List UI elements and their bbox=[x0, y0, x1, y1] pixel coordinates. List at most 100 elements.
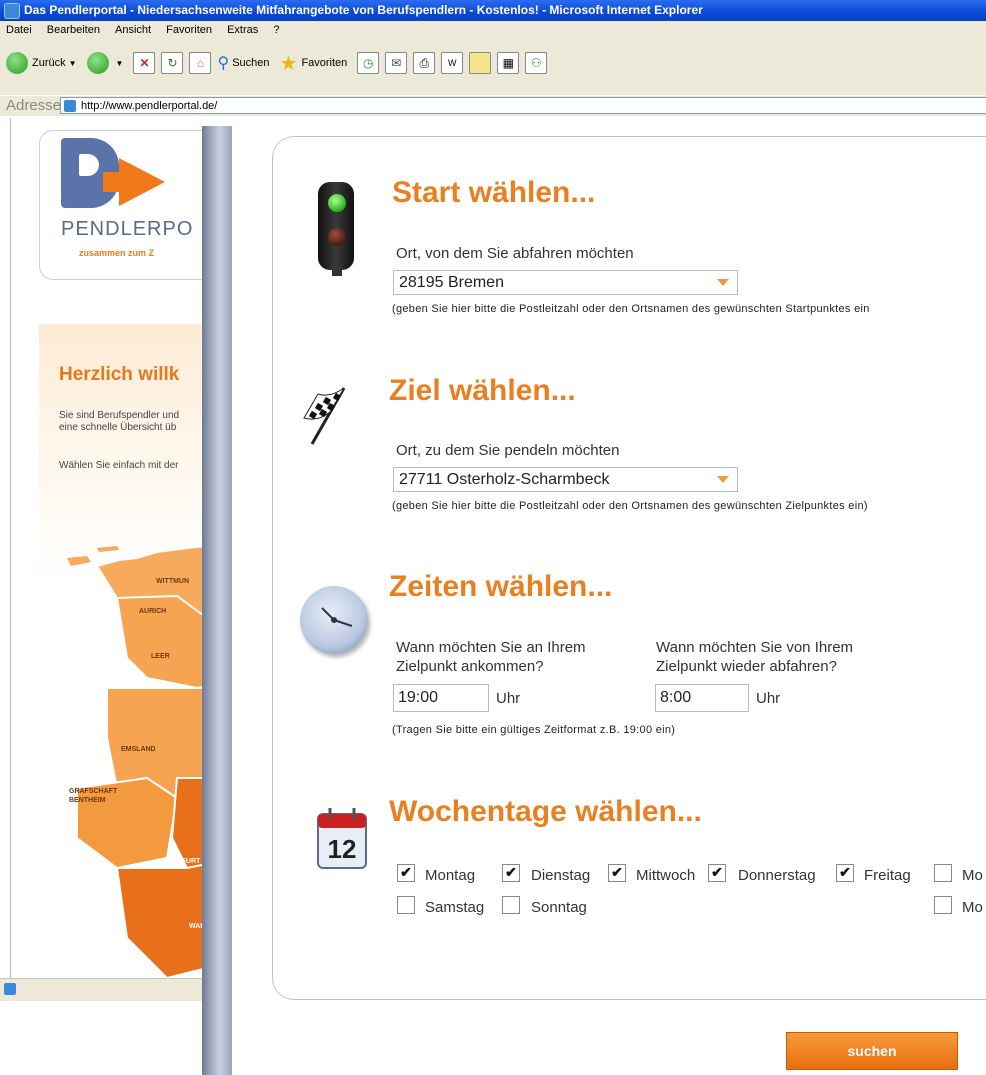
checkbox-samstag[interactable] bbox=[397, 896, 415, 914]
wochentage-heading: Wochentage wählen... bbox=[389, 795, 702, 828]
checkbox-mo-extra-2[interactable] bbox=[934, 896, 952, 914]
intro-text: Sie sind Berufspendler und eine schnelle… bbox=[59, 410, 180, 433]
print-icon[interactable]: ⎙ bbox=[413, 52, 436, 74]
checkbox-mittwoch[interactable]: ✔ bbox=[608, 864, 626, 882]
traffic-light-icon bbox=[318, 182, 354, 276]
search-submit-button[interactable]: suchen bbox=[786, 1032, 958, 1070]
favorites-button[interactable]: ★ Favoriten bbox=[280, 51, 348, 76]
logo-arrow-icon bbox=[119, 158, 165, 206]
day-label-dienstag: Dienstag bbox=[531, 867, 591, 884]
map-label: STEINFURT bbox=[161, 858, 201, 865]
map-label: WITTMUN bbox=[156, 578, 190, 585]
back-arrow-icon bbox=[6, 52, 28, 74]
browser-toolbar: Zurück ▼ ▼ ✕ ↻ ⌂ ⚲ Suchen ★ Favoriten ◷ … bbox=[0, 40, 986, 95]
calendar-icon: 12 bbox=[317, 808, 367, 869]
dropdown-arrow-icon: ▼ bbox=[115, 58, 124, 68]
day-label-samstag: Samstag bbox=[425, 899, 485, 916]
menu-help[interactable]: ? bbox=[273, 24, 279, 36]
address-bar: Adresse http://www.pendlerportal.de/ bbox=[0, 96, 986, 116]
checkbox-mo-extra[interactable] bbox=[934, 864, 952, 882]
mail-icon[interactable]: ✉ bbox=[385, 52, 408, 74]
start-value: 28195 Bremen bbox=[399, 274, 504, 291]
choose-text: Wählen Sie einfach mit der bbox=[59, 460, 179, 471]
forward-button[interactable]: ▼ bbox=[86, 52, 124, 74]
day-label-mo: Mo bbox=[962, 867, 983, 884]
discuss-icon[interactable] bbox=[469, 52, 492, 74]
ziel-value: 27711 Osterholz-Scharmbeck bbox=[399, 471, 610, 488]
arrive-time-input[interactable]: 19:00 bbox=[393, 684, 489, 712]
checkbox-montag[interactable]: ✔ bbox=[397, 864, 415, 882]
page-icon bbox=[4, 983, 16, 995]
forward-arrow-icon bbox=[86, 52, 109, 74]
checkered-flag-icon bbox=[303, 387, 346, 445]
back-button[interactable]: Zurück ▼ bbox=[6, 52, 77, 74]
logo-text: PENDLERPO bbox=[61, 218, 194, 240]
day-label-mittwoch: Mittwoch bbox=[636, 867, 696, 884]
page-icon bbox=[64, 100, 76, 112]
checkbox-dienstag[interactable]: ✔ bbox=[502, 864, 520, 882]
map-label: GRAFSCHAFT bbox=[69, 788, 118, 795]
back-label: Zurück bbox=[32, 57, 66, 69]
start-label: Ort, von dem Sie abfahren möchten bbox=[396, 245, 634, 262]
start-hint: (geben Sie hier bitte die Postleitzahl o… bbox=[392, 303, 870, 315]
checkbox-freitag[interactable]: ✔ bbox=[836, 864, 854, 882]
start-heading: Start wählen... bbox=[392, 176, 596, 209]
refresh-icon[interactable]: ↻ bbox=[161, 52, 184, 74]
day-label-freitag: Freitag bbox=[864, 867, 911, 884]
history-icon[interactable]: ◷ bbox=[357, 52, 380, 74]
clock-icon bbox=[300, 586, 368, 654]
day-label-sonntag: Sonntag bbox=[531, 899, 587, 916]
address-label: Adresse bbox=[6, 97, 62, 114]
address-url: http://www.pendlerportal.de/ bbox=[81, 100, 218, 112]
dropdown-arrow-icon: ▼ bbox=[68, 58, 77, 68]
search-button[interactable]: ⚲ Suchen bbox=[217, 53, 269, 73]
window-title-bar: Das Pendlerportal - Niedersachsenweite M… bbox=[0, 0, 986, 21]
calendar-number: 12 bbox=[328, 834, 357, 864]
ziel-select[interactable]: 27711 Osterholz-Scharmbeck bbox=[393, 467, 738, 492]
dropdown-arrow-icon bbox=[717, 279, 729, 286]
arrive-label-1: Wann möchten Sie an Ihrem bbox=[396, 639, 586, 656]
depart-label-1: Wann möchten Sie von Ihrem bbox=[656, 639, 854, 656]
map-label: BENTHEIM bbox=[69, 797, 106, 804]
menu-favoriten[interactable]: Favoriten bbox=[166, 24, 212, 36]
welcome-heading: Herzlich willk bbox=[59, 364, 180, 385]
checkbox-donnerstag[interactable]: ✔ bbox=[708, 864, 726, 882]
map-label: EMSLAND bbox=[121, 746, 156, 753]
stop-icon[interactable]: ✕ bbox=[133, 52, 156, 74]
star-icon: ★ bbox=[279, 52, 298, 75]
favorites-label: Favoriten bbox=[301, 57, 348, 69]
menu-ansicht[interactable]: Ansicht bbox=[115, 24, 151, 36]
home-icon[interactable]: ⌂ bbox=[189, 52, 212, 74]
logo-subtitle: zusammen zum Z bbox=[79, 248, 155, 258]
region-map[interactable] bbox=[57, 538, 207, 978]
checkbox-sonntag[interactable] bbox=[502, 896, 520, 914]
map-label: LEER bbox=[151, 653, 170, 660]
day-label-mo-2: Mo bbox=[962, 899, 983, 916]
edit-icon[interactable]: W bbox=[441, 52, 464, 74]
dropdown-arrow-icon bbox=[717, 476, 729, 483]
zeiten-heading: Zeiten wählen... bbox=[389, 570, 613, 603]
menu-bar: Datei Bearbeiten Ansicht Favoriten Extra… bbox=[0, 21, 986, 41]
arrive-unit: Uhr bbox=[496, 690, 521, 707]
ie-icon bbox=[4, 3, 20, 19]
menu-bearbeiten[interactable]: Bearbeiten bbox=[47, 24, 100, 36]
zeiten-hint: (Tragen Sie bitte ein gültiges Zeitforma… bbox=[392, 724, 676, 736]
start-select[interactable]: 28195 Bremen bbox=[393, 270, 738, 295]
window-edge bbox=[202, 126, 232, 1075]
day-label-montag: Montag bbox=[425, 867, 476, 884]
search-icon: ⚲ bbox=[217, 55, 230, 72]
window-title: Das Pendlerportal - Niedersachsenweite M… bbox=[24, 3, 703, 17]
menu-extras[interactable]: Extras bbox=[227, 24, 258, 36]
ziel-hint: (geben Sie hier bitte die Postleitzahl o… bbox=[392, 500, 868, 512]
depart-time-input[interactable]: 8:00 bbox=[655, 684, 749, 712]
day-label-donnerstag: Donnerstag bbox=[738, 867, 816, 884]
status-bar bbox=[0, 978, 206, 1001]
address-input[interactable]: http://www.pendlerportal.de/ bbox=[60, 97, 986, 114]
background-page: PENDLERPO zusammen zum Z Herzlich willk … bbox=[10, 118, 207, 978]
research-icon[interactable]: ▦ bbox=[497, 52, 520, 74]
ziel-heading: Ziel wählen... bbox=[389, 374, 576, 407]
depart-label-2: Zielpunkt wieder abfahren? bbox=[656, 658, 837, 675]
menu-datei[interactable]: Datei bbox=[6, 24, 32, 36]
messenger-icon[interactable]: ⚇ bbox=[525, 52, 548, 74]
search-label: Suchen bbox=[232, 57, 270, 69]
